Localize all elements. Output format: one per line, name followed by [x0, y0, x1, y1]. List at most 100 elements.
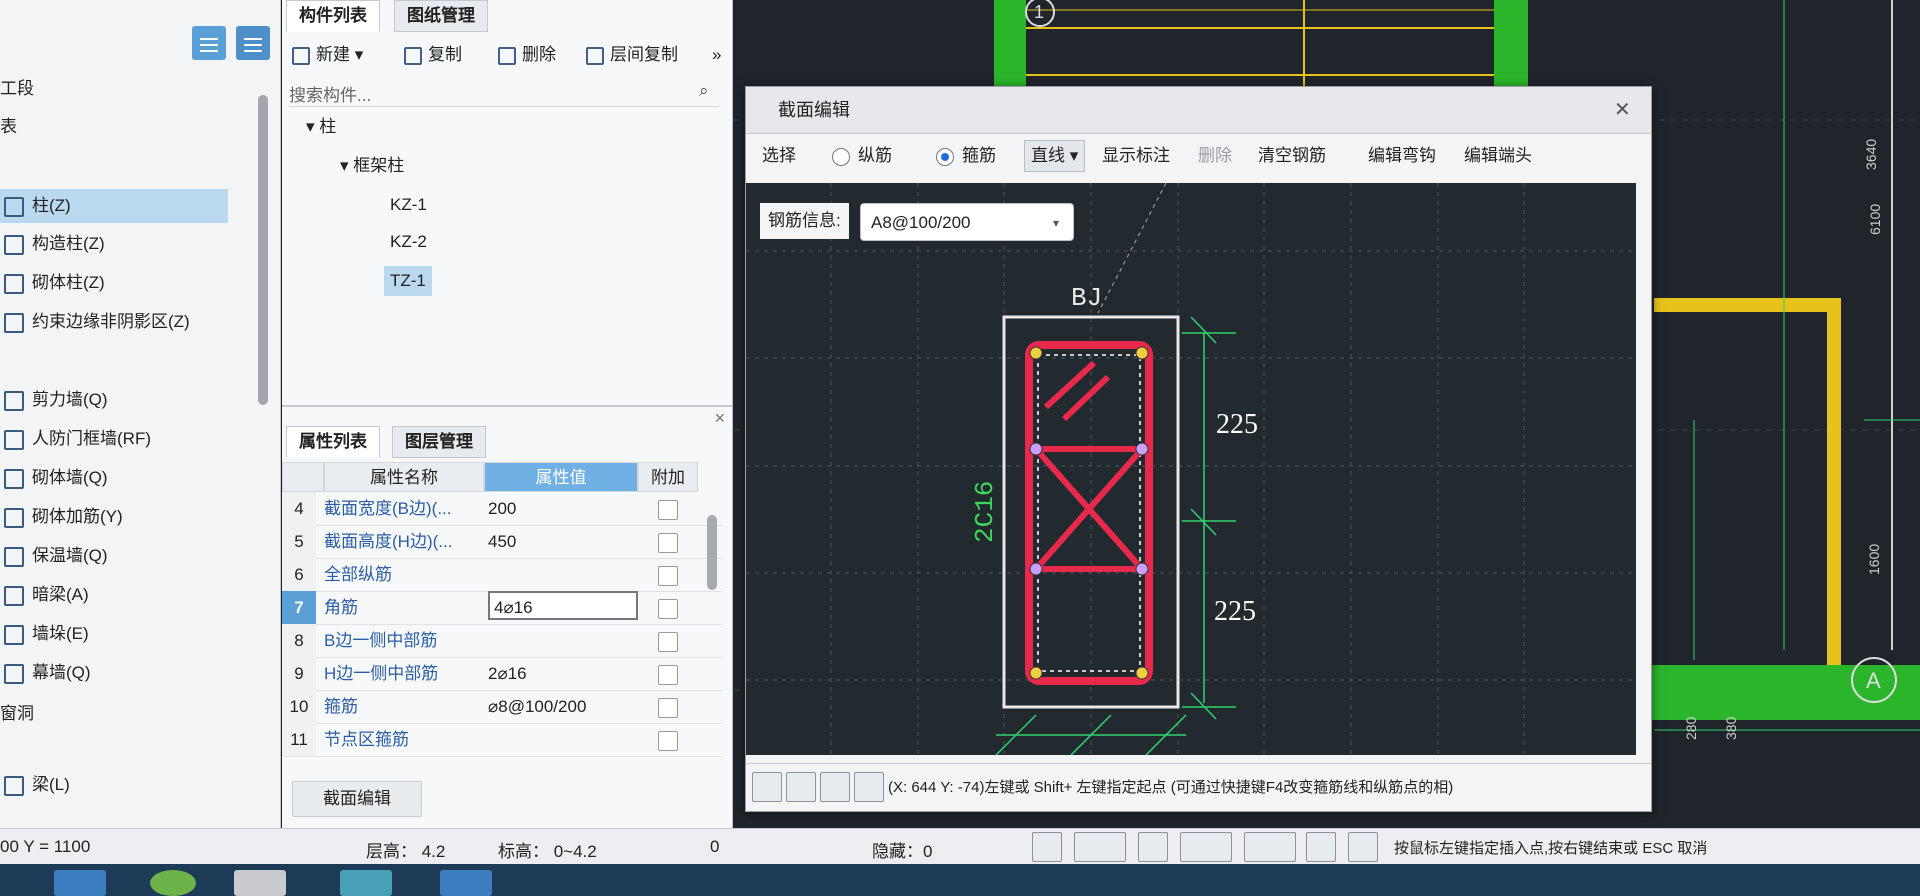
- stirrup-radio[interactable]: 箍筋: [936, 136, 996, 176]
- longitudinal-radio[interactable]: 纵筋: [832, 136, 892, 176]
- cross-snap-icon[interactable]: [1138, 832, 1168, 862]
- nav-item-curtain-wall[interactable]: 幕墙(Q): [0, 656, 91, 690]
- tree-item-kz1[interactable]: KZ-1: [390, 190, 427, 220]
- corner-rebar-input[interactable]: 4⌀16: [488, 591, 638, 620]
- dialog-titlebar[interactable]: 截面编辑 ✕: [746, 87, 1651, 134]
- tree-group-frame-column[interactable]: ▾ 框架柱: [340, 151, 404, 181]
- header-name: 属性名称: [324, 462, 484, 492]
- tab-drawing-manage[interactable]: 图纸管理: [394, 0, 488, 32]
- nav-item-wall-pier[interactable]: 墙垛(E): [0, 617, 89, 651]
- tab-property-list[interactable]: 属性列表: [286, 426, 380, 458]
- rebar-info-select[interactable]: A8@100/200 ▾: [860, 203, 1074, 241]
- nav-item-hidden-beam[interactable]: 暗梁(A): [0, 578, 89, 612]
- extra-checkbox[interactable]: [658, 533, 678, 553]
- corner-rebar[interactable]: [1135, 346, 1149, 360]
- section-edit-button[interactable]: 截面编辑: [292, 781, 422, 817]
- extra-checkbox[interactable]: [658, 632, 678, 652]
- extra-checkbox[interactable]: [658, 731, 678, 751]
- dialog-close-icon[interactable]: ✕: [1614, 87, 1631, 133]
- table-row[interactable]: 11 节点区箍筋: [282, 723, 722, 757]
- extra-checkbox[interactable]: [658, 500, 678, 520]
- nav-item-masonry-wall[interactable]: 砌体墙(Q): [0, 461, 108, 495]
- section-canvas[interactable]: BJ 2C16 225 225 钢筋信息: A8@100/200 ▾: [746, 182, 1636, 756]
- tree-item-kz2[interactable]: KZ-2: [390, 227, 427, 257]
- nav-item-masonry-reinforce[interactable]: 砌体加筋(Y): [0, 500, 123, 534]
- select-tool[interactable]: 选择: [762, 136, 796, 176]
- side-rebar[interactable]: [1029, 442, 1043, 456]
- nav-item-shear-wall[interactable]: 剪力墙(Q): [0, 383, 108, 417]
- nav-item-civil-defense-wall[interactable]: 人防门框墙(RF): [0, 422, 151, 456]
- side-rebar[interactable]: [1135, 562, 1149, 576]
- perpendicular-snap-icon[interactable]: [820, 772, 850, 802]
- show-dims-button[interactable]: 显示标注: [1102, 136, 1170, 176]
- nav-top-item-1[interactable]: 表: [0, 112, 17, 137]
- nav-item-insulation-wall[interactable]: 保温墙(Q): [0, 539, 108, 573]
- search-icon[interactable]: ⌕: [699, 81, 709, 101]
- tree-item-tz1[interactable]: TZ-1: [384, 266, 432, 296]
- dialog-delete-button[interactable]: 删除: [1198, 136, 1232, 176]
- table-row-selected[interactable]: 7 角筋 4⌀16: [282, 591, 722, 625]
- tab-component-list[interactable]: 构件列表: [286, 0, 380, 32]
- status-bar: 00 Y = 1100 层高： 4.2 标高： 0~4.2 0 隐藏：0 按鼠标…: [0, 828, 1920, 865]
- corner-rebar[interactable]: [1029, 346, 1043, 360]
- extra-checkbox[interactable]: [658, 566, 678, 586]
- nav-item-beam[interactable]: 梁(L): [0, 768, 70, 802]
- corner-rebar[interactable]: [1029, 666, 1043, 680]
- close-icon[interactable]: ✕: [714, 410, 726, 427]
- section-top-label: BJ: [1071, 283, 1102, 313]
- side-rebar[interactable]: [1135, 442, 1149, 456]
- extra-checkbox[interactable]: [658, 665, 678, 685]
- taskbar-app-icon[interactable]: [54, 870, 106, 896]
- ortho-icon[interactable]: [1032, 832, 1062, 862]
- corner-rebar[interactable]: [1135, 666, 1149, 680]
- table-row[interactable]: 5 截面高度(H边)(... 450: [282, 525, 722, 559]
- table-row[interactable]: 6 全部纵筋: [282, 558, 722, 592]
- search-box[interactable]: 搜索构件... ⌕: [289, 76, 719, 107]
- nav-item-construct-column[interactable]: 构造柱(Z): [0, 227, 105, 261]
- new-button[interactable]: 新建 ▾: [292, 40, 363, 70]
- nav-top-item-0[interactable]: 工段: [0, 74, 34, 99]
- list-view-icon[interactable]: [192, 26, 226, 60]
- copy-button[interactable]: 复制: [404, 40, 462, 70]
- property-scrollbar[interactable]: [707, 515, 717, 590]
- nav-item-masonry-column[interactable]: 砌体柱(Z): [0, 266, 105, 300]
- taskbar-browser-icon[interactable]: [150, 870, 196, 896]
- extra-checkbox[interactable]: [658, 698, 678, 718]
- search-input[interactable]: 搜索构件...: [289, 81, 371, 106]
- more-chevron-icon[interactable]: »: [712, 40, 721, 70]
- rebar-info-label: 钢筋信息:: [760, 203, 849, 239]
- section-side-label: 2C16: [970, 481, 1000, 543]
- taskbar-app-icon[interactable]: [440, 870, 492, 896]
- edit-end-button[interactable]: 编辑端头: [1464, 136, 1532, 176]
- axis-label-a: A: [1866, 668, 1881, 693]
- edit-hook-button[interactable]: 编辑弯钩: [1368, 136, 1436, 176]
- table-row[interactable]: 10 箍筋 ⌀8@100/200: [282, 690, 722, 724]
- extra-checkbox[interactable]: [658, 599, 678, 619]
- clear-rebar-button[interactable]: 清空钢筋: [1258, 136, 1326, 176]
- nav-item-edge-zone[interactable]: 约束边缘非阴影区(Z): [0, 305, 190, 339]
- table-row[interactable]: 8 B边一侧中部筋: [282, 624, 722, 658]
- floor-copy-button[interactable]: 层间复制: [586, 40, 678, 70]
- ortho-snap-icon[interactable]: [752, 772, 782, 802]
- nav-group-hole[interactable]: 窗洞: [0, 699, 34, 724]
- angle-snap-icon[interactable]: [1180, 832, 1232, 862]
- hidden-count: 隐藏：0: [872, 842, 933, 861]
- detail-view-icon[interactable]: [236, 26, 270, 60]
- dynamic-input-icon[interactable]: [1306, 832, 1336, 862]
- tree-root-column[interactable]: ▾ 柱: [306, 112, 336, 142]
- add-point-icon[interactable]: [854, 772, 884, 802]
- taskbar-app-icon[interactable]: [340, 870, 392, 896]
- nav-item-column[interactable]: 柱(Z): [0, 189, 228, 223]
- table-row[interactable]: 9 H边一侧中部筋 2⌀16: [282, 657, 722, 691]
- table-row[interactable]: 4 截面宽度(B边)(... 200: [282, 492, 722, 526]
- side-rebar[interactable]: [1029, 562, 1043, 576]
- taskbar-folder-icon[interactable]: [234, 870, 286, 896]
- line-snap-icon[interactable]: [786, 772, 816, 802]
- delete-button[interactable]: 删除: [498, 40, 556, 70]
- tab-layer-manage[interactable]: 图层管理: [392, 426, 486, 458]
- line-mode-dropdown[interactable]: 直线 ▾: [1024, 140, 1086, 172]
- left-scrollbar[interactable]: [258, 95, 268, 405]
- arc-icon[interactable]: [1348, 832, 1378, 862]
- object-snap-icon[interactable]: [1074, 832, 1126, 862]
- add-offset-icon[interactable]: [1244, 832, 1296, 862]
